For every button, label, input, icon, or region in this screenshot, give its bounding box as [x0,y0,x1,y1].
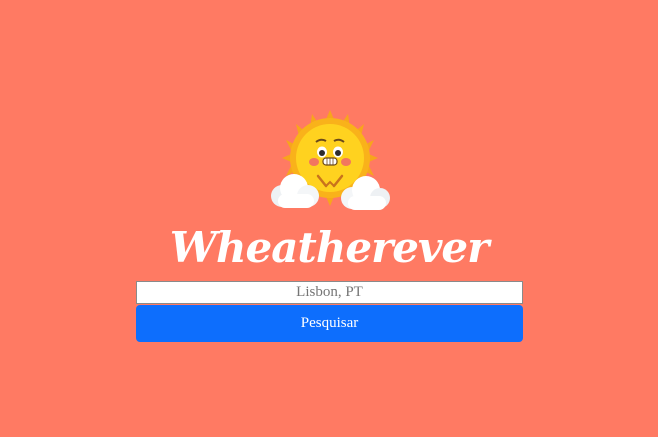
app-title: Wheatherever [169,223,489,272]
search-input[interactable] [136,281,523,304]
search-button[interactable]: Pesquisar [136,305,523,342]
sun-with-clouds-icon [271,110,390,210]
